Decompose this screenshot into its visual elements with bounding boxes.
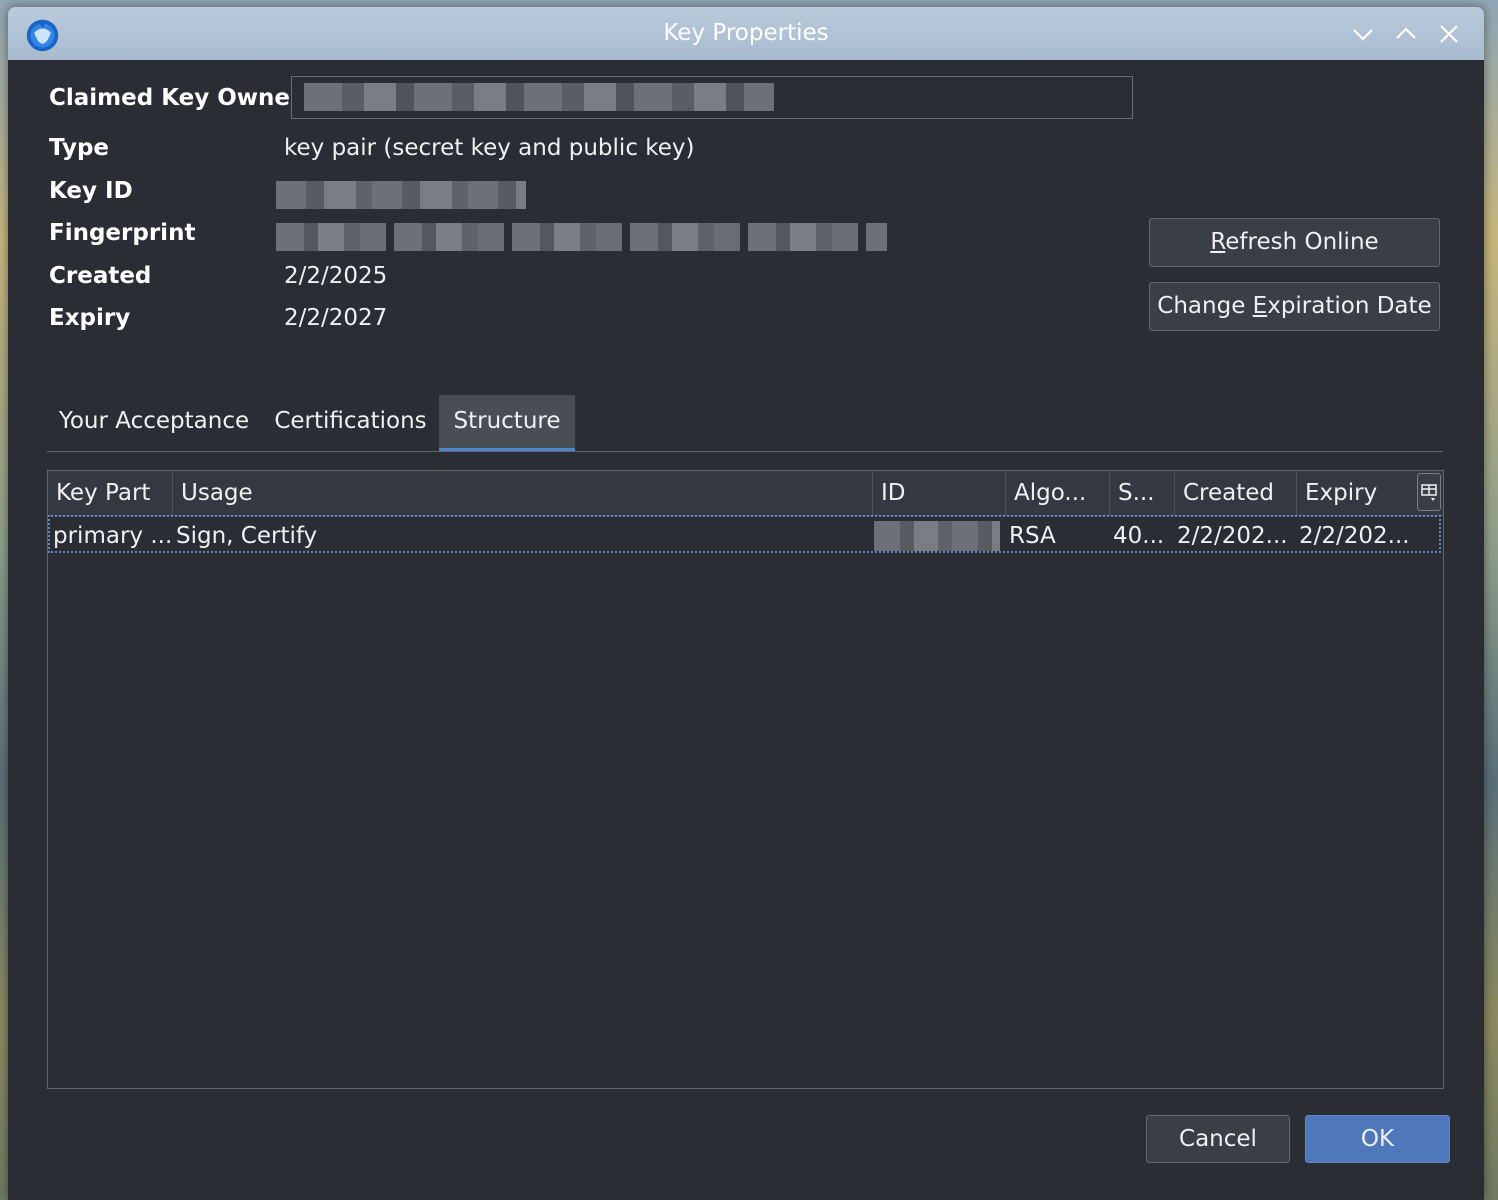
table-header: Key Part Usage ID Algo... S... Created E… [48,471,1443,516]
tab-divider [47,451,1443,452]
structure-table[interactable]: Key Part Usage ID Algo... S... Created E… [47,470,1444,1089]
cell-size: 40... [1113,523,1165,549]
claimed-key-owner-label: Claimed Key Owner [49,85,302,111]
redacted-fingerprint [276,223,887,251]
refresh-online-button[interactable]: Refresh Online [1149,218,1440,267]
cell-expiry: 2/2/202... [1299,523,1410,549]
tab-certifications[interactable]: Certifications [264,395,437,451]
column-picker-icon[interactable] [1417,473,1441,511]
button-label: Change [1157,293,1253,319]
ok-button[interactable]: OK [1305,1115,1450,1163]
tab-structure[interactable]: Structure [439,395,575,451]
redacted-owner [304,83,774,111]
cancel-button[interactable]: Cancel [1146,1115,1290,1163]
close-icon[interactable] [1435,20,1463,48]
minimize-icon[interactable] [1349,20,1377,48]
key-id-label: Key ID [49,178,133,204]
cell-created: 2/2/202... [1177,523,1288,549]
window-title: Key Properties [663,20,829,46]
created-label: Created [49,263,152,289]
cell-usage: Sign, Certify [176,523,318,549]
table-row[interactable]: primary ... Sign, Certify RSA 40... 2/2/… [48,515,1441,553]
column-usage[interactable]: Usage [173,471,873,515]
redacted-subkey-id [874,521,1000,551]
key-properties-dialog: Key Properties Claimed Key Owner Type ke… [8,7,1484,1200]
mnemonic: R [1210,229,1226,255]
column-created[interactable]: Created [1175,471,1297,515]
column-algorithm[interactable]: Algo... [1006,471,1110,515]
expiry-label: Expiry [49,305,131,331]
fingerprint-label: Fingerprint [49,220,196,246]
created-value: 2/2/2025 [284,263,388,289]
claimed-key-owner-field[interactable] [291,76,1133,119]
redacted-key-id [276,181,526,209]
expiry-value: 2/2/2027 [284,305,388,331]
button-label: xpiration Date [1267,293,1432,319]
column-size[interactable]: S... [1110,471,1175,515]
tab-your-acceptance[interactable]: Your Acceptance [47,395,261,451]
type-label: Type [49,135,110,161]
title-bar[interactable]: Key Properties [8,7,1484,60]
column-key-part[interactable]: Key Part [48,471,173,515]
cell-algorithm: RSA [1009,523,1056,549]
change-expiration-date-button[interactable]: Change Expiration Date [1149,282,1440,331]
maximize-icon[interactable] [1392,20,1420,48]
button-label: efresh Online [1225,229,1379,255]
mnemonic: E [1252,293,1268,319]
cell-key-part: primary ... [53,523,171,549]
column-expiry[interactable]: Expiry [1297,471,1415,515]
column-id[interactable]: ID [873,471,1006,515]
type-value: key pair (secret key and public key) [284,135,695,161]
